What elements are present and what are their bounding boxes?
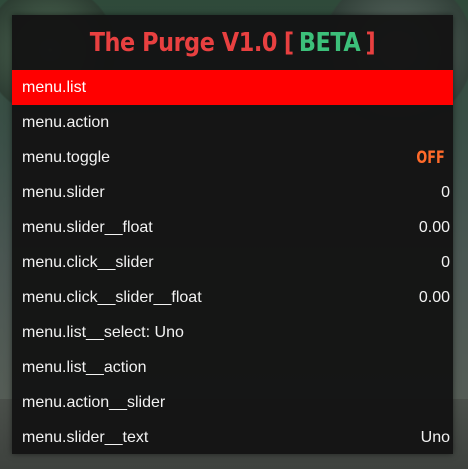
menu-item-label: menu.click__slider <box>22 253 154 271</box>
slider-float-value[interactable]: 0.00 <box>419 219 450 237</box>
menu-item-label: menu.list__select: Uno <box>22 323 184 341</box>
menu-header: The Purge V1.0 [ BETA ] <box>43 15 422 70</box>
menu-title: The Purge V1.0 <box>89 27 278 58</box>
title-beta-tag: BETA <box>298 27 361 58</box>
menu-item-label: menu.slider__float <box>22 218 153 236</box>
menu-item-click-slider-float[interactable]: menu.click__slider__float 0.00 <box>12 280 453 315</box>
menu-item-slider-float[interactable]: menu.slider__float 0.00 <box>12 210 453 245</box>
menu-item-action-slider[interactable]: menu.action__slider <box>12 385 453 420</box>
click-slider-float-value[interactable]: 0.00 <box>419 289 450 307</box>
menu-item-label: menu.toggle <box>22 148 111 166</box>
menu-item-slider-text[interactable]: menu.slider__text Uno <box>12 420 453 455</box>
slider-text-value[interactable]: Uno <box>421 429 450 447</box>
title-bracket-open: [ <box>283 27 294 58</box>
mod-menu-panel: The Purge V1.0 [ BETA ] menu.list menu.a… <box>12 15 453 454</box>
click-slider-value[interactable]: 0 <box>441 254 450 272</box>
menu-item-list: menu.list menu.action menu.toggle OFF me… <box>12 70 453 455</box>
slider-value[interactable]: 0 <box>441 184 450 202</box>
title-bracket-close: ] <box>365 27 376 58</box>
menu-item-slider[interactable]: menu.slider 0 <box>12 175 453 210</box>
menu-item-click-slider[interactable]: menu.click__slider 0 <box>12 245 453 280</box>
menu-item-list-select[interactable]: menu.list__select: Uno <box>12 315 453 350</box>
menu-item-label: menu.action <box>22 113 110 131</box>
menu-item-label: menu.list <box>22 78 87 96</box>
menu-item-label: menu.slider__text <box>22 428 149 446</box>
menu-item-list-action[interactable]: menu.list__action <box>12 350 453 385</box>
menu-item-label: menu.list__action <box>22 358 147 376</box>
menu-item-toggle[interactable]: menu.toggle OFF <box>12 140 453 175</box>
menu-item-list[interactable]: menu.list <box>12 70 453 105</box>
menu-item-label: menu.action__slider <box>22 393 166 411</box>
toggle-state-off[interactable]: OFF <box>417 148 445 168</box>
menu-item-action[interactable]: menu.action <box>12 105 453 140</box>
menu-item-label: menu.slider <box>22 183 105 201</box>
menu-item-label: menu.click__slider__float <box>22 288 202 306</box>
